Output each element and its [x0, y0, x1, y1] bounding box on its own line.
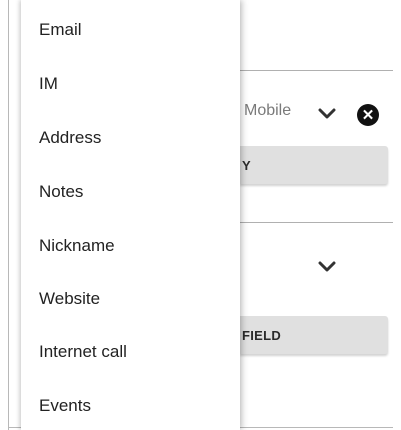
add-field-button-label: Y [242, 157, 251, 173]
field-type-menu: Email IM Address Notes Nickname Website … [21, 0, 240, 430]
form-divider [240, 70, 393, 71]
chevron-down-icon[interactable] [318, 261, 336, 273]
add-more-field-button-label: FIELD [242, 327, 282, 343]
menu-item-nickname[interactable]: Nickname [39, 226, 229, 266]
menu-item-address[interactable]: Address [39, 118, 229, 158]
add-field-button[interactable]: Y [240, 146, 388, 184]
clear-icon[interactable]: ✕ [357, 104, 379, 126]
menu-item-notes[interactable]: Notes [39, 172, 229, 212]
phone-type-label[interactable]: Mobile [244, 102, 291, 120]
chevron-down-icon[interactable] [318, 108, 336, 120]
form-divider-2 [240, 222, 393, 223]
menu-item-email[interactable]: Email [39, 10, 229, 50]
frame-left-edge [8, 0, 9, 430]
menu-item-im[interactable]: IM [39, 64, 229, 104]
screen: Mobile ✕ Y FIELD Email IM Address Notes … [0, 0, 401, 430]
menu-item-internet-call[interactable]: Internet call [39, 332, 229, 372]
add-more-field-button[interactable]: FIELD [240, 316, 388, 354]
menu-item-events[interactable]: Events [39, 386, 229, 426]
menu-item-website[interactable]: Website [39, 279, 229, 319]
